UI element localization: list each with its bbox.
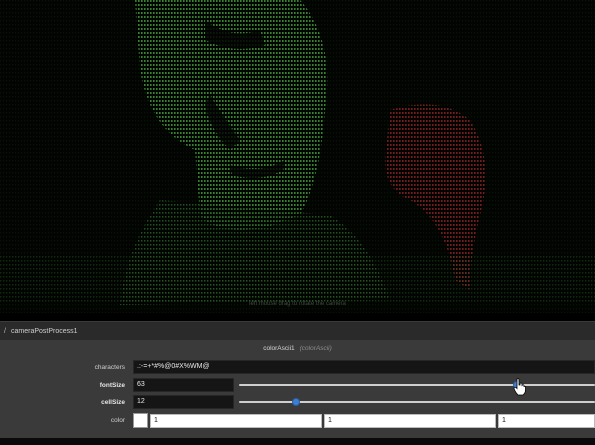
cellSize-label: cellSize bbox=[101, 399, 125, 406]
color-label: color bbox=[110, 417, 125, 424]
node-name: colorAscii1 bbox=[263, 345, 295, 352]
param-row-characters: characters .:-=+*#%@0#X%WM@ bbox=[0, 360, 595, 375]
color-b-input[interactable]: 1 bbox=[498, 414, 595, 428]
node-properties-panel: colorAscii1 (colorAscii) characters .:-=+… bbox=[0, 340, 595, 438]
breadcrumb-separator: / bbox=[4, 328, 6, 335]
breadcrumb: / cameraPostProcess1 bbox=[0, 321, 595, 341]
color-r-input[interactable]: 1 bbox=[150, 414, 322, 428]
breadcrumb-item-cameraPostProcess1[interactable]: cameraPostProcess1 bbox=[11, 322, 78, 341]
color-g-input[interactable]: 1 bbox=[324, 414, 496, 428]
hand-pointer-icon bbox=[513, 378, 526, 396]
node-type: (colorAscii) bbox=[299, 345, 332, 352]
param-row-color: color 1 1 1 bbox=[0, 413, 595, 428]
color-swatch[interactable] bbox=[133, 413, 148, 428]
characters-label: characters bbox=[94, 364, 125, 371]
cellSize-slider-thumb[interactable] bbox=[291, 398, 300, 406]
param-row-fontSize: fontSize 63 bbox=[0, 378, 595, 393]
param-row-cellSize: cellSize 12 bbox=[0, 395, 595, 410]
ascii-render-canvas bbox=[0, 0, 595, 313]
camera-preview-viewport[interactable]: left mouse drag to rotate the camera bbox=[0, 0, 595, 313]
fontSize-slider-track[interactable] bbox=[239, 384, 595, 386]
node-header: colorAscii1 (colorAscii) bbox=[0, 340, 595, 357]
characters-input[interactable]: .:-=+*#%@0#X%WM@ bbox=[133, 360, 595, 374]
fontSize-label: fontSize bbox=[99, 382, 125, 389]
fontSize-input[interactable]: 63 bbox=[133, 378, 234, 392]
preview-caption: left mouse drag to rotate the camera bbox=[249, 301, 346, 307]
cellSize-input[interactable]: 12 bbox=[133, 395, 234, 409]
bottom-strip bbox=[0, 438, 595, 445]
